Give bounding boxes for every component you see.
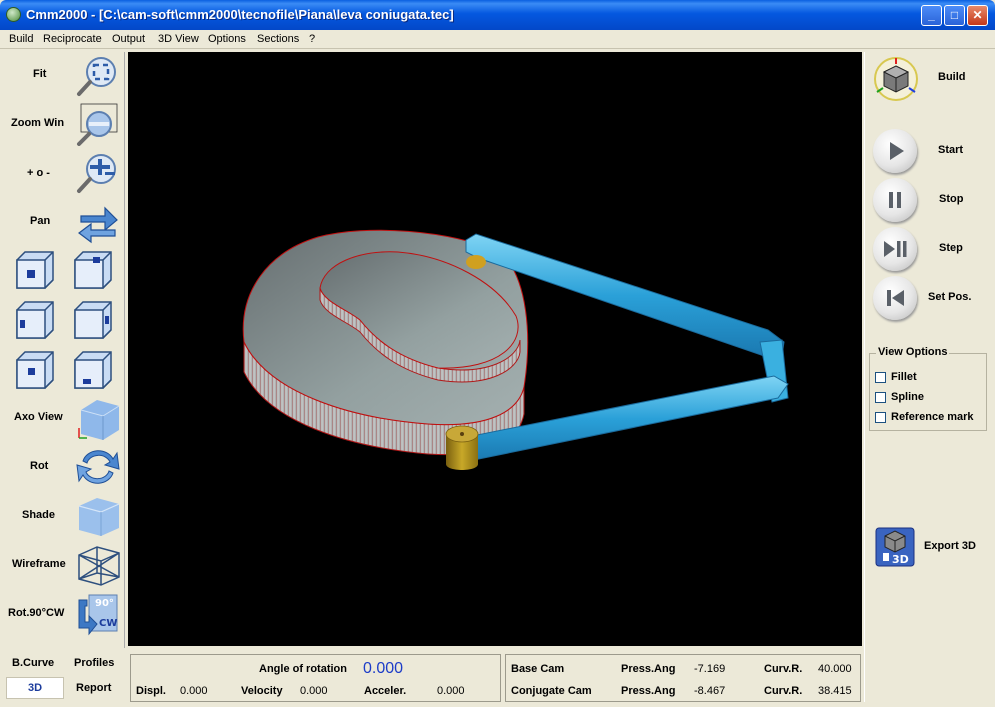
minimize-button[interactable]: _ — [921, 5, 942, 26]
wireframe-cube-icon[interactable] — [75, 543, 121, 587]
bottom-view-cube-icon[interactable] — [69, 348, 115, 392]
step-label: Step — [939, 242, 963, 254]
stop-label: Stop — [939, 193, 964, 205]
reference-mark-checkbox[interactable] — [875, 412, 886, 423]
base-curv-r-value: 40.000 — [818, 663, 852, 675]
start-label: Start — [938, 144, 964, 156]
conjugate-cam-label: Conjugate Cam — [511, 685, 592, 697]
rotate-icon[interactable] — [75, 445, 121, 489]
build-cube-icon[interactable] — [873, 56, 919, 102]
left-view-cube-icon[interactable] — [11, 298, 57, 342]
build-label: Build — [938, 71, 966, 83]
shade-cube-icon[interactable] — [75, 494, 121, 538]
shade-label: Shade — [22, 509, 56, 521]
3d-viewport[interactable] — [128, 52, 862, 646]
title-bar: Cmm2000 - [C:\cam-soft\cmm2000\tecnofile… — [0, 0, 995, 30]
conj-curv-r-label: Curv.R. — [764, 685, 803, 697]
step-forward-icon — [884, 241, 907, 257]
menu-sections[interactable]: Sections — [257, 33, 299, 45]
velocity-label: Velocity — [241, 685, 283, 697]
motion-readout-panel: Angle of rotation 0.000 Displ. 0.000 Vel… — [130, 654, 501, 702]
zoom-plus-minus-label: + o - — [27, 167, 50, 179]
menu-reciprocate[interactable]: Reciprocate — [43, 33, 102, 45]
spline-label: Spline — [891, 391, 925, 403]
set-pos-button[interactable] — [873, 276, 917, 320]
zoom-plus-minus-icon[interactable] — [75, 151, 121, 195]
base-press-ang-value: -7.169 — [694, 663, 726, 675]
top-view-cube-icon[interactable] — [11, 348, 57, 392]
export-3d-badge: 3D — [892, 553, 909, 566]
tab-b-curve[interactable]: B.Curve — [12, 657, 54, 669]
acceler-value: 0.000 — [437, 685, 465, 697]
rot90-label: Rot.90°CW — [8, 607, 65, 619]
window-title: Cmm2000 - [C:\cam-soft\cmm2000\tecnofile… — [26, 7, 454, 22]
axo-view-cube-icon[interactable] — [75, 396, 121, 440]
set-pos-label: Set Pos. — [928, 291, 972, 303]
maximize-button[interactable]: □ — [944, 5, 965, 26]
pause-icon — [889, 192, 901, 208]
view-toolbar: Fit Zoom Win + o - Pan Axo View Rot Shad… — [3, 52, 125, 648]
tab-profiles[interactable]: Profiles — [74, 657, 114, 669]
view-options-title: View Options — [876, 346, 950, 358]
tab-report[interactable]: Report — [76, 682, 111, 694]
menu-options[interactable]: Options — [208, 33, 246, 45]
right-view-cube-icon[interactable] — [69, 298, 115, 342]
cam-mechanism-render — [242, 229, 789, 470]
menu-build[interactable]: Build — [9, 33, 33, 45]
zoom-win-label: Zoom Win — [11, 117, 65, 129]
start-button[interactable] — [873, 129, 917, 173]
pan-label: Pan — [30, 215, 51, 227]
mode-tabs: B.Curve Profiles 3D Report — [3, 652, 125, 704]
cam-data-panel: Base Cam Press.Ang -7.169 Curv.R. 40.000… — [505, 654, 861, 702]
conj-press-ang-label: Press.Ang — [621, 685, 676, 697]
menu-bar: Build Reciprocate Output 3D View Options… — [0, 30, 995, 49]
rot-label: Rot — [30, 460, 49, 472]
export-3d-icon[interactable]: 3D — [875, 527, 915, 567]
tab-3d[interactable]: 3D — [6, 677, 64, 699]
spline-checkbox[interactable] — [875, 392, 886, 403]
back-view-cube-icon[interactable] — [69, 248, 115, 292]
play-icon — [890, 142, 904, 160]
base-cam-label: Base Cam — [511, 663, 565, 675]
fit-magnifier-icon[interactable] — [75, 54, 121, 98]
angle-value: 0.000 — [363, 660, 404, 677]
view-options-group: View Options Fillet Spline Reference mar… — [869, 346, 987, 431]
axo-view-label: Axo View — [14, 411, 63, 423]
skip-back-icon — [887, 290, 904, 306]
acceler-label: Acceler. — [364, 685, 407, 697]
zoom-window-icon[interactable] — [75, 102, 121, 146]
front-view-cube-icon[interactable] — [11, 248, 57, 292]
fillet-checkbox[interactable] — [875, 372, 886, 383]
stop-button[interactable] — [873, 178, 917, 222]
rot90-badge-bottom: CW — [99, 618, 117, 629]
displ-label: Displ. — [136, 685, 166, 697]
velocity-value: 0.000 — [300, 685, 328, 697]
wireframe-label: Wireframe — [12, 558, 66, 570]
app-icon[interactable] — [6, 7, 21, 22]
menu-3d-view[interactable]: 3D View — [158, 33, 199, 45]
menu-help[interactable]: ? — [309, 33, 315, 45]
close-button[interactable]: ✕ — [967, 5, 988, 26]
conj-curv-r-value: 38.415 — [818, 685, 852, 697]
conj-press-ang-value: -8.467 — [694, 685, 726, 697]
rot90-badge-top: 90° — [95, 598, 114, 609]
step-button[interactable] — [873, 227, 917, 271]
fillet-label: Fillet — [891, 371, 917, 383]
displ-value: 0.000 — [180, 685, 208, 697]
reference-mark-label: Reference mark — [891, 411, 974, 423]
fit-label: Fit — [33, 68, 47, 80]
base-curv-r-label: Curv.R. — [764, 663, 803, 675]
menu-output[interactable]: Output — [112, 33, 145, 45]
action-panel: Build Start Stop Step Set Pos. View Opti… — [864, 52, 995, 702]
rotate-90-cw-icon[interactable]: 90° CW — [75, 592, 121, 636]
angle-label: Angle of rotation — [259, 663, 347, 675]
pan-arrows-icon[interactable] — [75, 200, 121, 244]
export-3d-label: Export 3D — [924, 540, 976, 552]
base-press-ang-label: Press.Ang — [621, 663, 676, 675]
